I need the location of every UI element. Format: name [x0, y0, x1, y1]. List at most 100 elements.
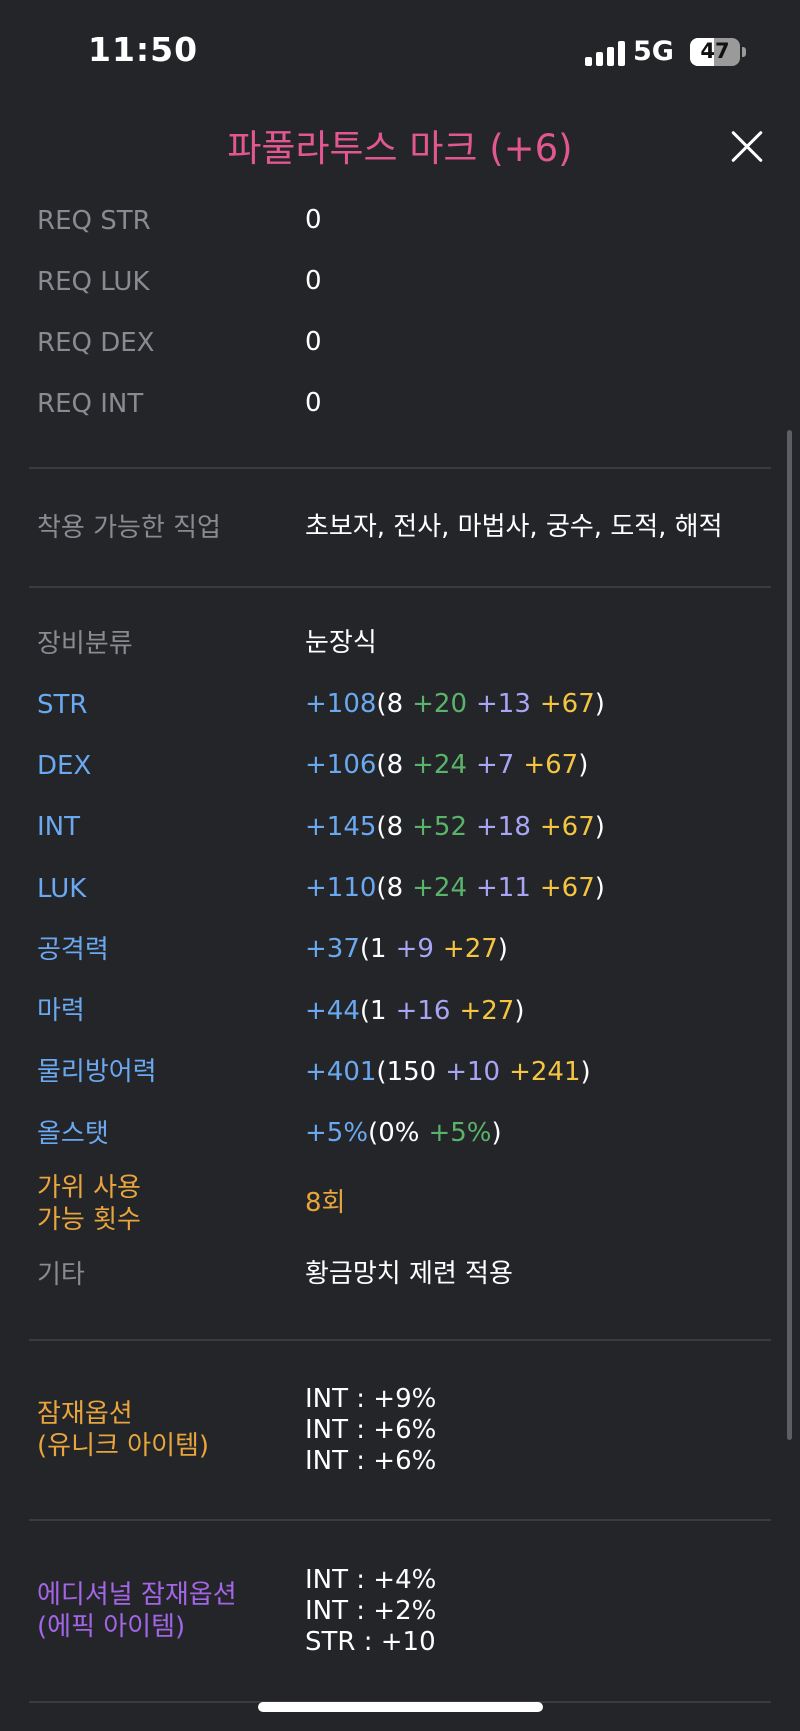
- potential-line: INT : +6%: [305, 1414, 437, 1445]
- req-luk-row: REQ LUK 0: [0, 251, 800, 312]
- potential-label: 잠재옵션 (유니크 아이템): [0, 1398, 305, 1462]
- stat-bonus: +24: [412, 750, 467, 781]
- stat-total: +44: [305, 995, 360, 1026]
- stat-base: 1: [370, 995, 387, 1026]
- signal-icon: [585, 40, 627, 66]
- scissors-row: 가위 사용 가능 횟수 8회: [0, 1164, 800, 1243]
- potential-line: INT : +6%: [305, 1445, 437, 1476]
- stat-bonus: +67: [539, 689, 595, 720]
- stat-label: DEX: [37, 750, 92, 781]
- req-int-row: REQ INT 0: [0, 373, 800, 434]
- stat-paren-close: ): [497, 934, 508, 965]
- stat-paren-open: (: [376, 750, 387, 781]
- category-row: 장비분류 눈장식: [0, 613, 800, 674]
- stat-rows: STR +108(8 +20 +13 +67) DEX +106(8 +24 +7 +67) INT…: [0, 674, 800, 1164]
- req-dex-label: REQ DEX: [37, 327, 155, 358]
- stat-total: +37: [305, 934, 360, 965]
- stat-bonus: +24: [412, 873, 467, 904]
- stat-row: DEX +106(8 +24 +7 +67): [0, 735, 800, 796]
- stat-label: INT: [37, 812, 80, 843]
- stat-base: 8: [386, 689, 404, 720]
- close-icon[interactable]: [728, 128, 766, 166]
- additional-row: 에디셔널 잠재옵션 (에픽 아이템) INT : +4% INT : +2% S…: [0, 1521, 800, 1701]
- stat-paren-open: (: [376, 873, 387, 904]
- stat-bonus: +67: [539, 873, 595, 904]
- stat-paren-close: ): [491, 1118, 502, 1149]
- stat-paren-close: ): [594, 689, 605, 720]
- stat-row: LUK +110(8 +24 +11 +67): [0, 858, 800, 919]
- stat-bonus: +67: [539, 811, 595, 842]
- jobs-value: 초보자, 전사, 마법사, 궁수, 도적, 해적: [305, 512, 723, 542]
- stat-value: +5%(0% +5%): [305, 1118, 800, 1149]
- stat-label: 물리방어력: [37, 1057, 157, 1088]
- stat-base: 1: [370, 934, 387, 965]
- stat-paren-open: (: [359, 995, 371, 1026]
- stat-label: 공격력: [37, 934, 109, 965]
- stat-bonus: +18: [476, 811, 531, 842]
- jobs-label: 착용 가능한 직업: [37, 512, 221, 543]
- stat-bonus: +11: [476, 873, 531, 904]
- req-int-value: 0: [305, 388, 322, 418]
- category-label: 장비분류: [37, 628, 133, 659]
- network-type: 5G: [633, 36, 674, 67]
- additional-label-line1: 에디셔널 잠재옵션: [37, 1580, 237, 1611]
- home-indicator[interactable]: [258, 1702, 543, 1712]
- stat-value: +110(8 +24 +11 +67): [305, 873, 800, 904]
- stats-section: 장비분류 눈장식 STR +108(8 +20 +13 +67) DEX +106(8 +24…: [0, 588, 800, 1306]
- stat-label: STR: [37, 689, 88, 720]
- stat-bonus: +16: [395, 995, 451, 1026]
- req-str-value: 0: [305, 205, 322, 235]
- stat-paren-open: (: [368, 1118, 379, 1149]
- battery-cap: [742, 47, 746, 57]
- stat-base: 150: [386, 1056, 437, 1087]
- stat-bonus: +67: [523, 750, 579, 781]
- additional-line: INT : +2%: [305, 1595, 437, 1626]
- stat-value: +108(8 +20 +13 +67): [305, 689, 800, 720]
- etc-label: 기타: [37, 1259, 85, 1290]
- stat-paren-close: ): [578, 750, 589, 781]
- stat-row: STR +108(8 +20 +13 +67): [0, 674, 800, 735]
- stat-label: 올스탯: [37, 1118, 109, 1149]
- status-time: 11:50: [88, 30, 199, 69]
- stat-bonus: +27: [459, 995, 515, 1026]
- stat-row: 올스탯 +5%(0% +5%): [0, 1103, 800, 1164]
- stat-bonus: +10: [445, 1056, 501, 1087]
- stat-row: 공격력 +37(1 +9 +27): [0, 919, 800, 980]
- stat-row: 마력 +44(1 +16 +27): [0, 980, 800, 1041]
- etc-value: 황금망치 제련 적용: [305, 1259, 513, 1290]
- stat-paren-close: ): [580, 1056, 591, 1087]
- stat-base: 0%: [378, 1118, 420, 1149]
- stat-value: +145(8 +52 +18 +67): [305, 812, 800, 843]
- stat-bonus: +241: [509, 1056, 581, 1087]
- stat-bonus: +7: [476, 750, 515, 781]
- req-dex-row: REQ DEX 0: [0, 312, 800, 373]
- stat-value: +401(150 +10 +241): [305, 1057, 800, 1088]
- stat-total: +401: [305, 1056, 377, 1087]
- stat-bonus: +20: [412, 689, 467, 720]
- stat-base: 8: [386, 811, 404, 842]
- stat-paren-open: (: [376, 689, 387, 720]
- stat-row: INT +145(8 +52 +18 +67): [0, 797, 800, 858]
- stat-total: +110: [305, 873, 377, 904]
- scissors-label: 가위 사용 가능 횟수: [0, 1172, 305, 1236]
- stat-bonus: +27: [442, 934, 498, 965]
- stat-paren-open: (: [359, 934, 371, 965]
- stat-row: 물리방어력 +401(150 +10 +241): [0, 1042, 800, 1103]
- req-dex-value: 0: [305, 327, 322, 357]
- scissors-label-line1: 가위 사용: [37, 1172, 141, 1203]
- item-details: REQ STR 0 REQ LUK 0 REQ DEX 0 REQ INT 0 …: [0, 190, 800, 1704]
- scissors-label-line2: 가능 횟수: [37, 1204, 141, 1235]
- stat-total: +145: [305, 811, 377, 842]
- stat-value: +44(1 +16 +27): [305, 996, 800, 1027]
- additional-line: STR : +10: [305, 1626, 436, 1657]
- stat-total: +106: [305, 750, 377, 781]
- additional-label-line2: (에픽 아이템): [37, 1612, 186, 1643]
- battery-icon: 47: [690, 38, 740, 66]
- status-bar: 11:50 5G 47: [0, 0, 800, 100]
- req-int-label: REQ INT: [37, 388, 144, 419]
- stat-base: 8: [386, 873, 404, 904]
- additional-lines: INT : +4% INT : +2% STR : +10: [305, 1565, 800, 1658]
- jobs-row: 착용 가능한 직업 초보자, 전사, 마법사, 궁수, 도적, 해적: [0, 469, 800, 586]
- potential-lines: INT : +9% INT : +6% INT : +6%: [305, 1384, 800, 1477]
- stat-paren-close: ): [514, 995, 525, 1026]
